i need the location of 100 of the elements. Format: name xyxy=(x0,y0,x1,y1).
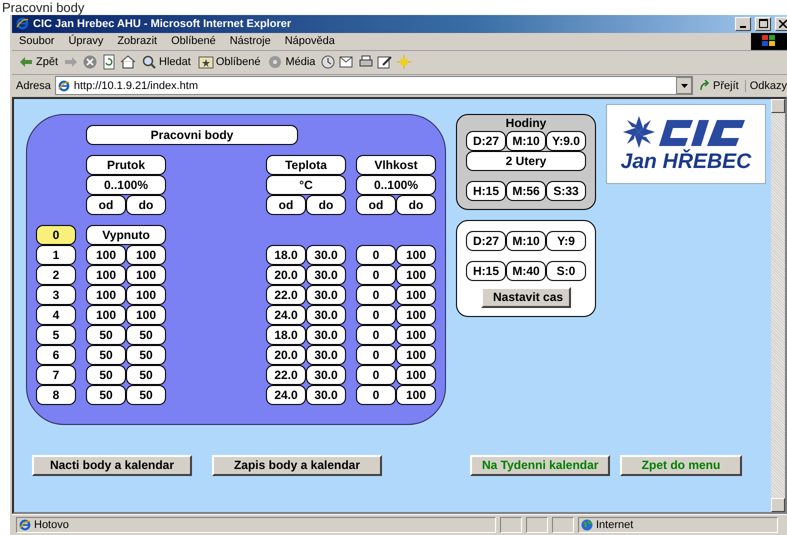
panel-title: Pracovni body xyxy=(86,124,298,145)
maximize-button[interactable] xyxy=(755,16,771,31)
toolbar-button[interactable]: Oblíbené xyxy=(196,54,262,70)
toolbar-button[interactable]: Hledat xyxy=(139,54,193,70)
value-cell: 20.0 xyxy=(266,344,306,365)
to-label: do xyxy=(396,194,436,215)
toolbar-button[interactable]: Zpět xyxy=(16,54,60,70)
date-field[interactable]: Y:9 xyxy=(546,230,586,251)
date-cell: M:10 xyxy=(506,130,546,151)
value-cell: 0 xyxy=(356,324,396,345)
column-header: Teplota xyxy=(266,154,346,175)
menu-item[interactable]: Nápověda xyxy=(278,35,342,48)
globe-icon xyxy=(581,519,593,532)
time-cell: S:33 xyxy=(546,180,586,201)
value-cell: 0 xyxy=(356,364,396,385)
value-cell: 100 xyxy=(126,304,166,325)
unit-label: °C xyxy=(266,174,346,195)
windows-logo-icon xyxy=(751,32,787,50)
browser-icon xyxy=(58,80,70,92)
value-cell: 30.0 xyxy=(306,304,346,325)
weekday-cell: 2 Utery xyxy=(466,150,586,171)
go-arrow-icon xyxy=(699,80,712,92)
date-field[interactable]: D:27 xyxy=(466,230,506,251)
close-icon xyxy=(779,20,787,28)
value-cell: 50 xyxy=(126,384,166,405)
value-cell: 24.0 xyxy=(266,304,306,325)
set-time-button[interactable]: Nastavit cas xyxy=(481,286,571,308)
value-cell: 30.0 xyxy=(306,244,346,265)
edit-icon[interactable] xyxy=(377,54,394,70)
value-cell: 0 xyxy=(356,284,396,305)
to-label: do xyxy=(126,194,166,215)
value-cell: 30.0 xyxy=(306,364,346,385)
value-cell: 0 xyxy=(356,384,396,405)
menu-item[interactable]: Úpravy xyxy=(61,35,110,48)
time-field[interactable]: M:40 xyxy=(506,260,546,281)
value-cell: 100 xyxy=(396,264,436,285)
menu-item[interactable]: Nástroje xyxy=(222,35,278,48)
value-cell: 100 xyxy=(396,324,436,345)
toolbar-button[interactable]: Média xyxy=(265,54,318,70)
mail-icon[interactable] xyxy=(339,54,356,70)
value-cell: 50 xyxy=(86,384,126,405)
value-cell: 100 xyxy=(396,284,436,305)
point-index[interactable]: 6 xyxy=(36,344,76,365)
point-index[interactable]: 7 xyxy=(36,364,76,385)
from-label: od xyxy=(356,194,396,215)
maximize-icon xyxy=(758,19,768,28)
action-button[interactable]: Nacti body a kalendar xyxy=(32,454,192,476)
scroll-down-button[interactable] xyxy=(771,498,785,512)
menu-item[interactable]: Oblíbené xyxy=(164,35,223,48)
value-cell: 0 xyxy=(356,264,396,285)
menu-item[interactable]: Soubor xyxy=(12,35,62,48)
scroll-up-button[interactable] xyxy=(771,98,785,113)
point-index[interactable]: 0 xyxy=(36,224,76,245)
time-field[interactable]: S:0 xyxy=(546,260,586,281)
go-button[interactable]: Přejít xyxy=(697,80,741,92)
value-cell: 50 xyxy=(126,324,166,345)
history-icon[interactable] xyxy=(320,54,336,70)
value-cell: 0 xyxy=(356,304,396,325)
links-label[interactable]: Odkazy xyxy=(744,80,787,92)
close-button[interactable] xyxy=(775,16,787,31)
browser-icon xyxy=(16,17,29,30)
address-field[interactable]: http://10.1.9.21/index.htm xyxy=(54,76,694,96)
star-folder-icon[interactable] xyxy=(198,54,214,70)
minimize-button[interactable] xyxy=(735,16,751,31)
status-pane xyxy=(552,517,574,534)
value-cell: 30.0 xyxy=(306,284,346,305)
point-index[interactable]: 3 xyxy=(36,284,76,305)
value-cell: 18.0 xyxy=(266,324,306,345)
value-cell: 18.0 xyxy=(266,244,306,265)
page-heading: Pracovni body xyxy=(2,0,84,15)
to-label: do xyxy=(306,194,346,215)
value-cell: 0 xyxy=(356,244,396,265)
menu-item[interactable]: Zobrazit xyxy=(110,35,164,48)
column-header: Prutok xyxy=(86,154,166,175)
value-cell: 100 xyxy=(86,244,126,265)
value-cell: 100 xyxy=(396,244,436,265)
refresh-icon[interactable] xyxy=(101,54,118,70)
time-cell: M:56 xyxy=(506,180,546,201)
column-header: Vlhkost xyxy=(356,154,436,175)
value-cell: 30.0 xyxy=(306,384,346,405)
point-index[interactable]: 1 xyxy=(36,244,76,265)
date-cell: D:27 xyxy=(466,130,506,151)
point-index[interactable]: 8 xyxy=(36,384,76,405)
browser-icon xyxy=(19,519,31,532)
home-icon[interactable] xyxy=(120,54,136,70)
value-cell: 100 xyxy=(396,364,436,385)
date-field[interactable]: M:10 xyxy=(506,230,546,251)
from-label: od xyxy=(86,194,126,215)
time-field[interactable]: H:15 xyxy=(466,260,506,281)
search-icon[interactable] xyxy=(141,54,158,70)
action-button[interactable]: Zapis body a kalendar xyxy=(212,454,382,476)
point-index[interactable]: 5 xyxy=(36,324,76,345)
point-index[interactable]: 2 xyxy=(36,264,76,285)
value-cell: 100 xyxy=(126,284,166,305)
stop-icon[interactable] xyxy=(82,54,98,70)
point-index[interactable]: 4 xyxy=(36,304,76,325)
logo-text: Jan HŘEBEC xyxy=(620,150,752,174)
value-cell: 30.0 xyxy=(306,324,346,345)
value-cell: 100 xyxy=(126,244,166,265)
value-cell: 30.0 xyxy=(306,344,346,365)
